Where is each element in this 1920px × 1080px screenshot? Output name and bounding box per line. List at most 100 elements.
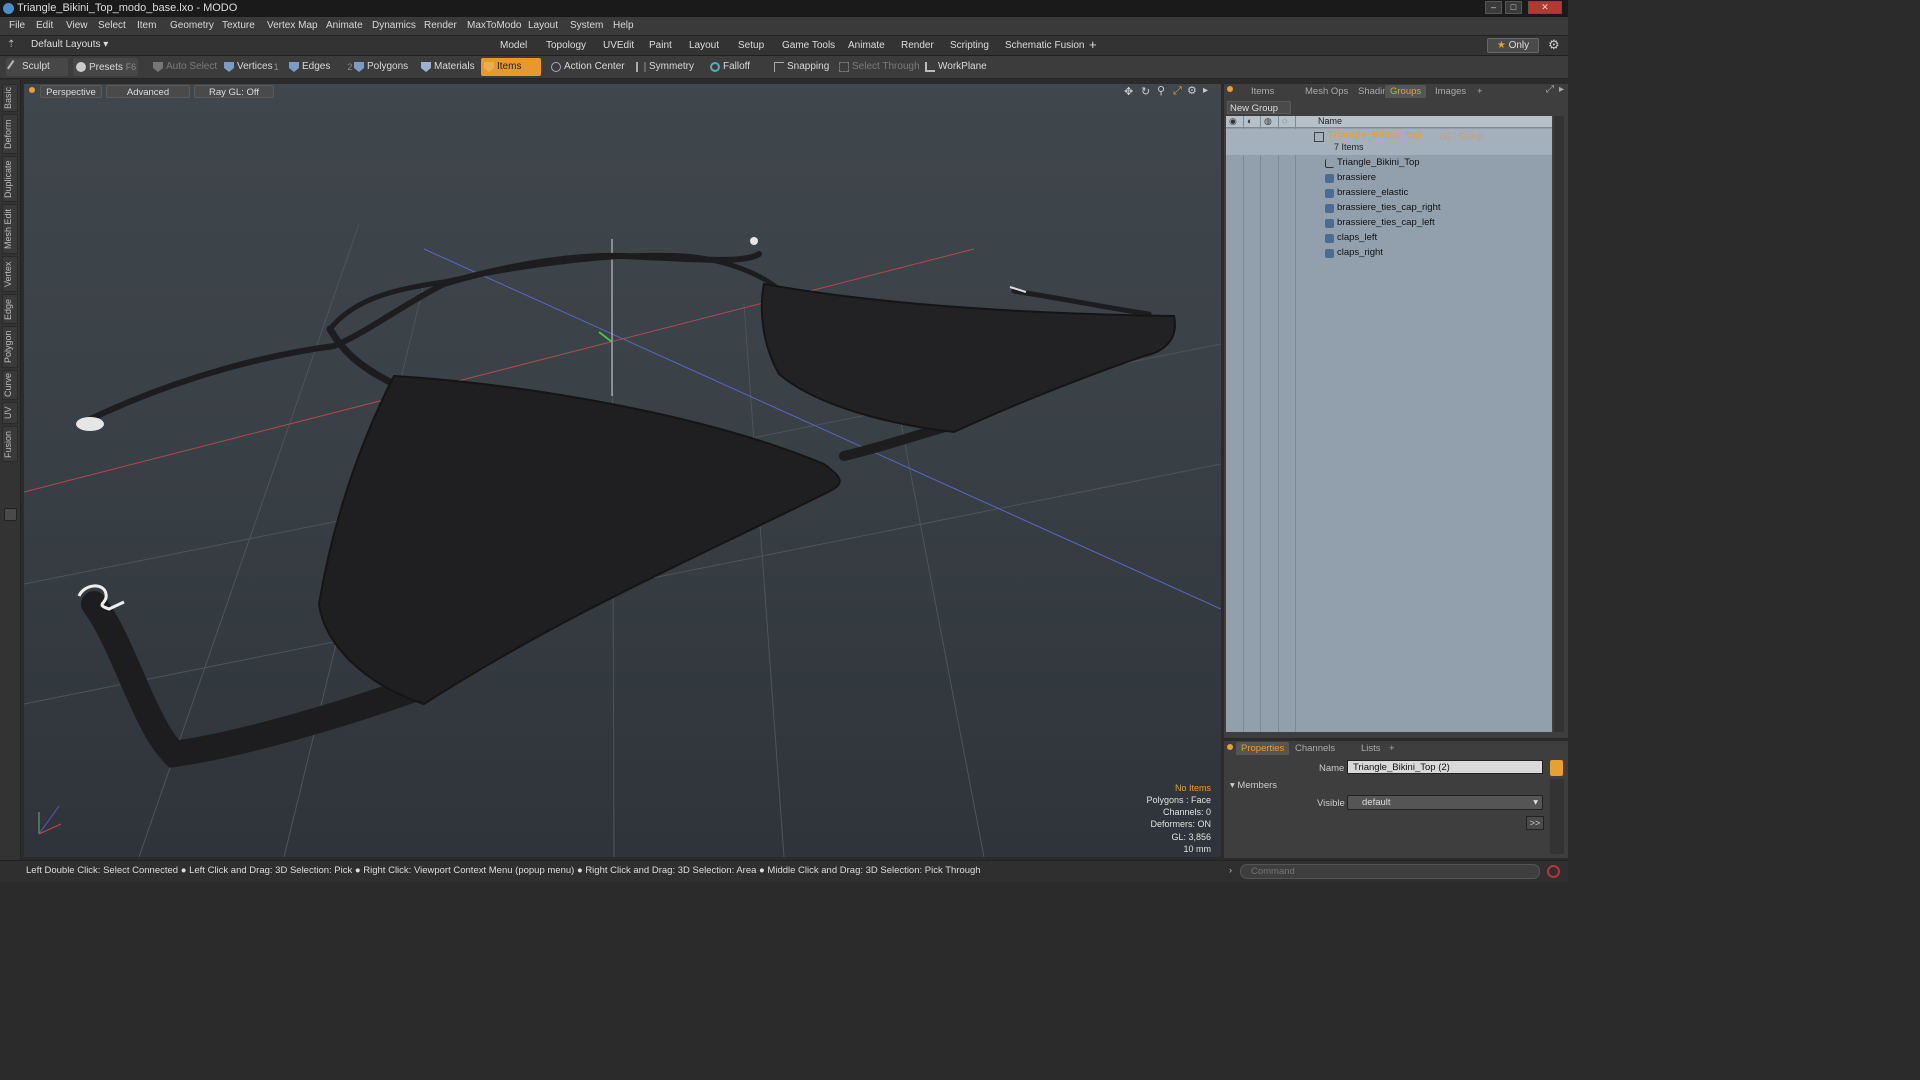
tab-uvedit[interactable]: UVEdit (597, 38, 640, 53)
gear-icon[interactable]: ⚙ (1548, 37, 1560, 53)
list-item[interactable]: Triangle_Bikini_Top (1311, 156, 1420, 170)
name-options-button[interactable] (1550, 760, 1563, 776)
tab-mesh-ops[interactable]: Mesh Ops (1300, 85, 1353, 98)
polygons-button[interactable]: Polygons (351, 58, 408, 76)
group-row[interactable]: Triangle_Bikini_Top (2) : Group 7 Items (1226, 129, 1552, 155)
add-panel-tab[interactable]: + (1472, 85, 1488, 98)
menu-render[interactable]: Render (424, 20, 457, 31)
sculpt-button[interactable]: Sculpt (6, 58, 68, 76)
menu-system[interactable]: System (570, 20, 603, 31)
name-field[interactable] (1347, 760, 1543, 774)
vertices-button[interactable]: Vertices 1 (221, 58, 279, 76)
menu-file[interactable]: File (9, 20, 25, 31)
tab-channels[interactable]: Channels (1290, 742, 1340, 755)
tab-curve[interactable]: Curve (2, 370, 18, 400)
tab-setup[interactable]: Setup (732, 38, 770, 53)
symmetry-button[interactable]: Symmetry (633, 58, 694, 76)
tab-edge[interactable]: Edge (2, 294, 18, 324)
menu-maxtomodo[interactable]: MaxToModo (467, 20, 521, 31)
tab-game-tools[interactable]: Game Tools (776, 38, 841, 53)
list-item[interactable]: brassiere_elastic (1311, 186, 1408, 200)
items-button[interactable]: Items (481, 58, 541, 76)
list-item[interactable]: brassiere (1311, 171, 1376, 185)
tab-render[interactable]: Render (895, 38, 940, 53)
tab-uv[interactable]: UV (2, 402, 18, 424)
expand-tabs-button[interactable] (4, 508, 17, 521)
menu-texture[interactable]: Texture (222, 20, 255, 31)
close-button[interactable]: ✕ (1528, 1, 1562, 14)
minimize-button[interactable]: – (1485, 1, 1502, 14)
list-item[interactable]: brassiere_ties_cap_right (1311, 201, 1441, 215)
menu-help[interactable]: Help (613, 20, 634, 31)
tab-scripting[interactable]: Scripting (944, 38, 995, 53)
tab-mesh-edit[interactable]: Mesh Edit (2, 204, 18, 254)
list-scrollbar[interactable] (1554, 116, 1564, 732)
menu-vertex-map[interactable]: Vertex Map (267, 20, 318, 31)
menu-layout[interactable]: Layout (528, 20, 558, 31)
clasp-top-shape (750, 237, 758, 245)
panel-arrow-icon[interactable]: ▸ (1559, 84, 1564, 95)
tab-vertex[interactable]: Vertex (2, 256, 18, 292)
eye-icon[interactable]: ◉ (1229, 116, 1237, 127)
render-icon[interactable]: ◐ (1247, 116, 1252, 126)
maximize-button[interactable]: □ (1505, 1, 1522, 14)
layout-up-icon[interactable]: ⇡ (7, 39, 15, 50)
tab-basic[interactable]: Basic (2, 84, 18, 112)
record-icon[interactable] (1547, 865, 1560, 878)
tab-groups[interactable]: Groups (1385, 85, 1427, 98)
tab-polygon[interactable]: Polygon (2, 326, 18, 368)
scale-info: 10 mm (1183, 843, 1211, 854)
falloff-button[interactable]: Falloff (707, 58, 750, 76)
3d-viewport[interactable]: Perspective Advanced Ray GL: Off ✥ ↻ ⚲ ⤢… (24, 84, 1221, 857)
properties-menu-icon[interactable] (1227, 744, 1233, 750)
presets-button[interactable]: Presets F6 (73, 58, 138, 76)
tab-images[interactable]: Images (1430, 85, 1471, 98)
more-button[interactable]: >> (1526, 816, 1544, 830)
tab-animate[interactable]: Animate (842, 38, 891, 53)
snapping-button[interactable]: Snapping (771, 58, 829, 76)
panel-expand-icon[interactable]: ⤢ (1546, 84, 1554, 95)
members-section[interactable]: ▾ Members (1230, 780, 1277, 791)
list-item[interactable]: claps_left (1311, 231, 1377, 245)
menu-select[interactable]: Select (98, 20, 126, 31)
lock-icon[interactable]: ◍ (1264, 116, 1272, 127)
select-icon[interactable]: ◌ (1282, 116, 1287, 126)
groups-panel: Items Mesh Ops Shading Groups Images + ⤢… (1224, 84, 1568, 738)
auto-select-button[interactable]: Auto Select (150, 58, 217, 76)
add-tab-button[interactable]: + (1089, 37, 1097, 52)
tab-schematic-fusion[interactable]: Schematic Fusion (999, 38, 1090, 53)
layout-selector[interactable]: Default Layouts ▾ (31, 39, 108, 50)
workplane-button[interactable]: WorkPlane (922, 58, 987, 76)
tab-duplicate[interactable]: Duplicate (2, 156, 18, 202)
menu-geometry[interactable]: Geometry (170, 20, 214, 31)
tab-topology[interactable]: Topology (540, 38, 592, 53)
group-suffix: (2) : Group (1440, 131, 1484, 141)
visible-dropdown[interactable]: default ▾ (1347, 795, 1543, 810)
command-input[interactable] (1240, 864, 1540, 879)
menu-view[interactable]: View (66, 20, 88, 31)
menu-animate[interactable]: Animate (326, 20, 363, 31)
list-item[interactable]: claps_right (1311, 246, 1383, 260)
crosshair-icon (551, 62, 561, 72)
only-toggle[interactable]: ★ Only (1487, 38, 1539, 53)
menu-dynamics[interactable]: Dynamics (372, 20, 416, 31)
panel-menu-icon[interactable] (1227, 86, 1233, 92)
list-item[interactable]: brassiere_ties_cap_left (1311, 216, 1435, 230)
new-group-button[interactable]: New Group (1227, 101, 1291, 114)
tab-layout[interactable]: Layout (683, 38, 725, 53)
tab-properties[interactable]: Properties (1236, 742, 1290, 755)
action-center-button[interactable]: Action Center (548, 58, 625, 76)
tab-deform[interactable]: Deform (2, 114, 18, 154)
tab-model[interactable]: Model (494, 38, 533, 53)
menu-edit[interactable]: Edit (36, 20, 53, 31)
add-properties-tab[interactable]: + (1384, 742, 1400, 755)
group-name: Triangle_Bikini_Top (1328, 130, 1423, 141)
edges-button[interactable]: Edges 2 (286, 58, 352, 76)
tab-paint[interactable]: Paint (643, 38, 678, 53)
select-through-button[interactable]: Select Through (836, 58, 920, 76)
tab-items[interactable]: Items (1246, 85, 1279, 98)
tab-lists[interactable]: Lists (1356, 742, 1386, 755)
menu-item[interactable]: Item (137, 20, 156, 31)
materials-button[interactable]: Materials (418, 58, 475, 76)
tab-fusion[interactable]: Fusion (2, 426, 18, 462)
